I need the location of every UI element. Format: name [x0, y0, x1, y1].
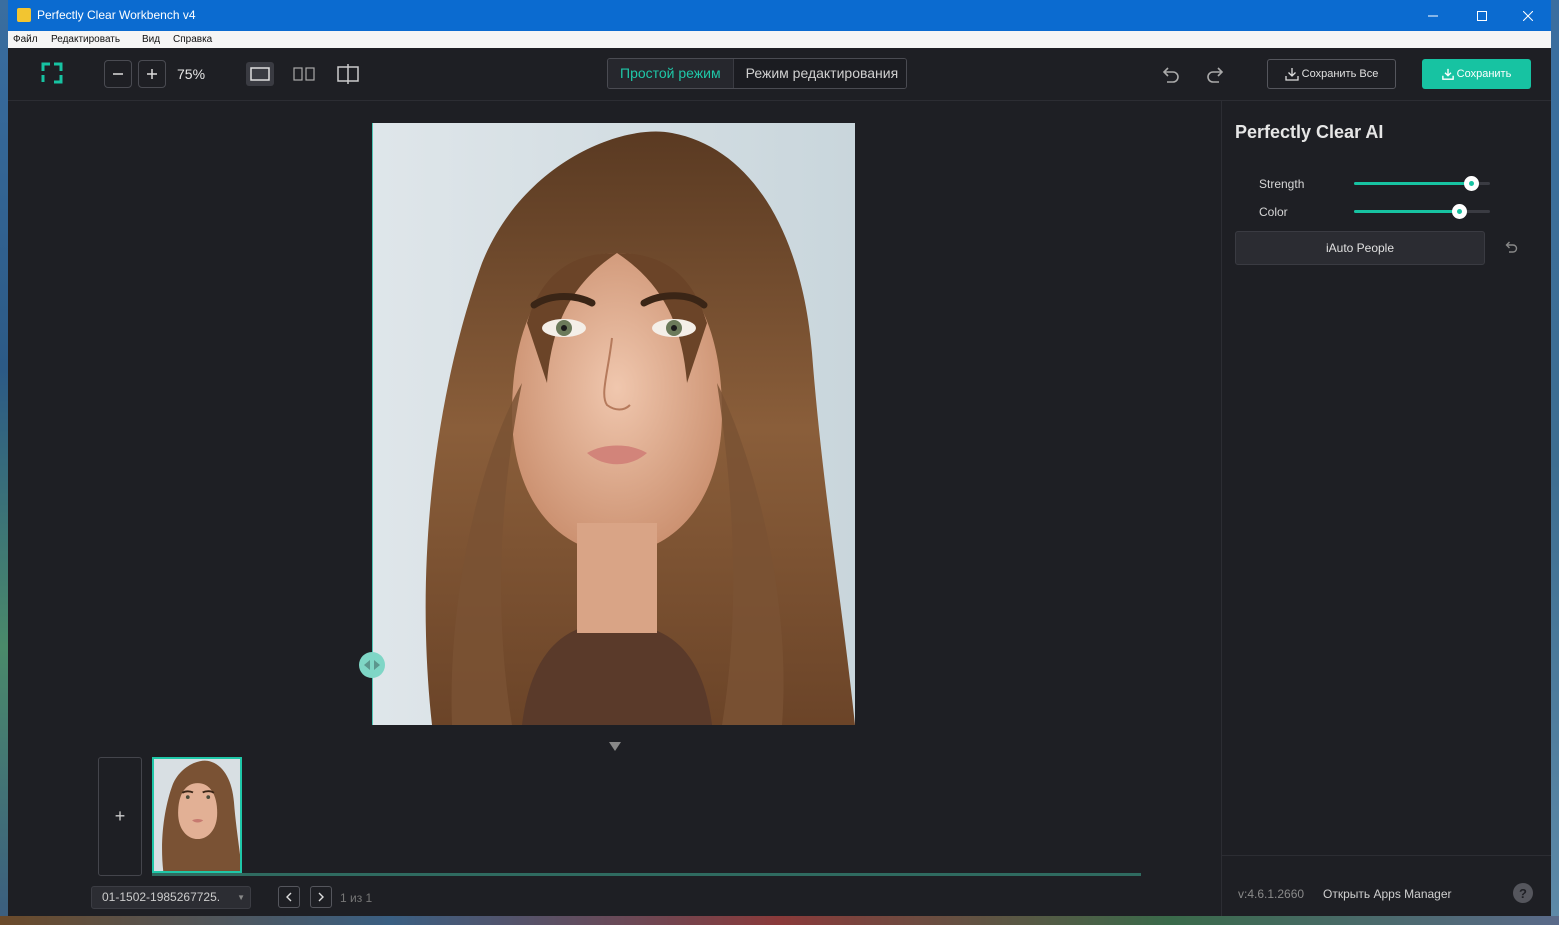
menu-help[interactable]: Справка	[173, 34, 212, 45]
menu-file[interactable]: Файл	[13, 34, 38, 45]
side-by-side-view-button[interactable]	[290, 62, 318, 86]
plus-icon	[147, 69, 157, 79]
close-icon	[1523, 10, 1533, 21]
color-slider[interactable]	[1354, 204, 1490, 219]
image-canvas: + 01-1502-1985267725. ▼ 1 из 1	[8, 101, 1221, 916]
minimize-icon	[1428, 15, 1438, 16]
toolbar: 75% Простой режим Режим редактирования С…	[8, 48, 1551, 101]
split-divider-line[interactable]	[372, 123, 373, 725]
desktop-background-left	[0, 0, 8, 925]
redo-icon[interactable]	[1205, 64, 1227, 86]
dropdown-caret-icon: ▼	[237, 893, 245, 902]
page-indicator: 1 из 1	[340, 891, 373, 905]
desktop-background-right	[1551, 0, 1559, 925]
portrait-image	[372, 123, 855, 725]
panel-footer: v:4.6.1.2660 Открыть Apps Manager ?	[1222, 855, 1551, 916]
menu-bar: Файл Редактировать Вид Справка	[8, 31, 1551, 48]
split-view-icon	[337, 64, 359, 84]
adjustments-panel: Perfectly Clear AI Strength Color iAuto …	[1221, 101, 1551, 916]
title-bar: Perfectly Clear Workbench v4	[8, 0, 1551, 31]
edit-mode-tab[interactable]: Режим редактирования	[732, 59, 906, 88]
menu-edit[interactable]: Редактировать	[51, 34, 120, 45]
split-handle[interactable]	[359, 652, 385, 678]
previous-image-button[interactable]	[278, 886, 300, 908]
file-select[interactable]: 01-1502-1985267725. ▼	[91, 886, 251, 909]
image-thumbnail[interactable]	[152, 757, 242, 873]
strength-slider-knob[interactable]	[1463, 176, 1479, 191]
app-icon	[17, 8, 31, 22]
chevron-right-icon	[318, 892, 324, 902]
mode-switch: Простой режим Режим редактирования	[607, 58, 907, 89]
perfectly-clear-logo-icon	[41, 62, 63, 84]
desktop-taskbar-strip	[0, 916, 1559, 925]
window-title: Perfectly Clear Workbench v4	[37, 8, 196, 22]
next-image-button[interactable]	[310, 886, 332, 908]
download-icon	[1285, 68, 1299, 81]
add-image-button[interactable]: +	[98, 757, 142, 876]
single-view-button[interactable]	[246, 62, 274, 86]
save-label: Сохранить	[1456, 68, 1512, 80]
open-apps-manager-link[interactable]: Открыть Apps Manager	[1323, 887, 1452, 901]
filmstrip-scrollbar[interactable]	[152, 873, 1141, 876]
minimize-button[interactable]	[1410, 0, 1456, 31]
version-label: v:4.6.1.2660	[1238, 887, 1305, 901]
split-view-button[interactable]	[334, 62, 362, 86]
portrait-photo	[372, 123, 855, 725]
color-label: Color	[1259, 205, 1288, 219]
reset-icon[interactable]	[1503, 239, 1519, 255]
color-slider-fill	[1354, 210, 1459, 213]
zoom-level: 75%	[177, 66, 206, 82]
split-arrows-icon	[364, 660, 380, 670]
strength-slider-fill	[1354, 182, 1471, 185]
close-button[interactable]	[1505, 0, 1551, 31]
maximize-icon	[1477, 10, 1487, 21]
strength-label: Strength	[1259, 177, 1305, 191]
minus-icon	[113, 73, 123, 75]
file-select-value: 01-1502-1985267725.	[102, 890, 221, 904]
app-window: Perfectly Clear Workbench v4 Файл Редакт…	[8, 0, 1551, 916]
zoom-out-button[interactable]	[104, 60, 132, 88]
iauto-people-button[interactable]: iAuto People	[1235, 231, 1485, 265]
thumbnail-image	[154, 759, 240, 871]
color-slider-knob[interactable]	[1451, 204, 1467, 219]
undo-icon[interactable]	[1159, 64, 1181, 86]
save-button[interactable]: Сохранить	[1422, 59, 1531, 89]
chevron-left-icon	[286, 892, 292, 902]
panel-title: Perfectly Clear AI	[1235, 122, 1384, 142]
simple-mode-tab[interactable]: Простой режим	[608, 59, 733, 88]
menu-view[interactable]: Вид	[142, 34, 160, 45]
save-all-label: Сохранить Все	[1301, 68, 1379, 80]
zoom-in-button[interactable]	[138, 60, 166, 88]
save-all-button[interactable]: Сохранить Все	[1267, 59, 1396, 89]
strength-slider[interactable]	[1354, 176, 1490, 191]
filmstrip-toggle-icon[interactable]	[609, 742, 621, 751]
maximize-button[interactable]	[1459, 0, 1505, 31]
side-by-side-icon	[293, 67, 315, 81]
help-icon[interactable]: ?	[1513, 883, 1533, 903]
download-icon	[1441, 68, 1454, 80]
single-view-icon	[250, 67, 270, 81]
